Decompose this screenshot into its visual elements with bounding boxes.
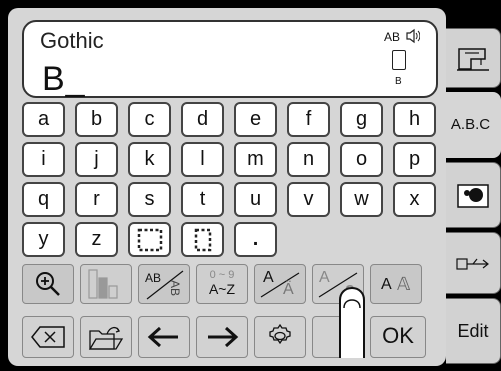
key-a[interactable]: a bbox=[22, 102, 65, 137]
tab-edit[interactable]: Edit bbox=[446, 298, 501, 364]
settings-button[interactable] bbox=[254, 316, 306, 358]
arrow-right-icon bbox=[208, 326, 239, 348]
ok-label: OK bbox=[382, 323, 414, 348]
key-i[interactable]: i bbox=[22, 142, 65, 177]
tab-sewing[interactable] bbox=[446, 28, 501, 88]
zoom-button[interactable] bbox=[22, 264, 74, 304]
charset-top: 0 ~ 9 bbox=[209, 269, 235, 281]
key-m[interactable]: m bbox=[234, 142, 277, 177]
dotted-square-icon bbox=[137, 228, 162, 252]
gear-icon bbox=[269, 323, 291, 345]
dotted-narrow-square-icon bbox=[194, 228, 211, 252]
typed-text: B_ bbox=[42, 60, 86, 98]
key-g[interactable]: g bbox=[340, 102, 383, 137]
blank-button[interactable] bbox=[312, 316, 364, 358]
key-k[interactable]: k bbox=[128, 142, 171, 177]
orientation-sub: B bbox=[395, 76, 402, 87]
orientation-label: AB bbox=[384, 30, 401, 44]
text-orientation-button[interactable]: AB B bbox=[384, 28, 420, 90]
key-o[interactable]: o bbox=[340, 142, 383, 177]
size-button[interactable] bbox=[80, 264, 132, 304]
arrow-left-icon bbox=[147, 326, 178, 348]
key-period[interactable]: . bbox=[234, 222, 277, 257]
backspace-button[interactable] bbox=[22, 316, 74, 358]
key-f[interactable]: f bbox=[287, 102, 330, 137]
key-space-narrow[interactable] bbox=[181, 222, 224, 257]
page-icon bbox=[392, 50, 406, 70]
key-d[interactable]: d bbox=[181, 102, 224, 137]
case-b: a bbox=[345, 279, 356, 299]
mirror-label-rotated: AB bbox=[168, 279, 183, 297]
key-y[interactable]: y bbox=[22, 222, 65, 257]
sewing-machine-icon bbox=[457, 48, 489, 71]
case-button[interactable]: A a bbox=[312, 264, 364, 304]
image-icon bbox=[457, 184, 489, 208]
tab-abc-label: A.B.C bbox=[450, 116, 491, 133]
accent-divider-icon bbox=[260, 272, 300, 298]
mirror-button[interactable]: AB AB bbox=[138, 264, 190, 304]
speaker-icon bbox=[406, 28, 420, 44]
key-u[interactable]: u bbox=[234, 182, 277, 217]
tab-image[interactable] bbox=[446, 162, 501, 228]
accent-button[interactable]: A Ä bbox=[254, 264, 306, 304]
key-x[interactable]: x bbox=[393, 182, 436, 217]
case-divider-icon bbox=[318, 272, 358, 298]
key-p[interactable]: p bbox=[393, 142, 436, 177]
font-name: Gothic bbox=[40, 28, 104, 53]
key-h[interactable]: h bbox=[393, 102, 436, 137]
outline-a: A bbox=[381, 276, 392, 293]
key-n[interactable]: n bbox=[287, 142, 330, 177]
outline-b: 𝔸 bbox=[397, 274, 411, 294]
key-c[interactable]: c bbox=[128, 102, 171, 137]
key-b[interactable]: b bbox=[75, 102, 118, 137]
tab-edit-label: Edit bbox=[457, 321, 489, 341]
outline-font-button[interactable]: A 𝔸 bbox=[370, 264, 422, 304]
key-r[interactable]: r bbox=[75, 182, 118, 217]
key-z[interactable]: z bbox=[75, 222, 118, 257]
key-w[interactable]: w bbox=[340, 182, 383, 217]
magnify-plus-icon bbox=[36, 272, 60, 296]
ok-button[interactable]: OK bbox=[370, 316, 426, 358]
key-space-wide[interactable] bbox=[128, 222, 171, 257]
main-panel: Gothic B_ AB B a b c d e f g h i j k l m… bbox=[8, 8, 446, 366]
accent-b: Ä bbox=[283, 281, 294, 298]
charset-bottom: A~Z bbox=[208, 281, 236, 297]
open-folder-button[interactable] bbox=[80, 316, 132, 358]
folder-open-icon bbox=[88, 326, 124, 350]
charset-button[interactable]: 0 ~ 9 A~Z bbox=[196, 264, 248, 304]
tab-abc[interactable]: A.B.C bbox=[440, 92, 501, 158]
backspace-icon bbox=[31, 326, 65, 348]
cursor-left-button[interactable] bbox=[138, 316, 190, 358]
screen: Gothic B_ AB B a b c d e f g h i j k l m… bbox=[0, 0, 501, 371]
key-q[interactable]: q bbox=[22, 182, 65, 217]
key-j[interactable]: j bbox=[75, 142, 118, 177]
usb-icon bbox=[456, 258, 489, 270]
text-display: Gothic B_ AB B bbox=[22, 20, 438, 98]
key-v[interactable]: v bbox=[287, 182, 330, 217]
key-t[interactable]: t bbox=[181, 182, 224, 217]
cursor-right-button[interactable] bbox=[196, 316, 248, 358]
key-e[interactable]: e bbox=[234, 102, 277, 137]
key-s[interactable]: s bbox=[128, 182, 171, 217]
key-l[interactable]: l bbox=[181, 142, 224, 177]
size-lms-icon bbox=[88, 269, 118, 299]
tab-usb[interactable] bbox=[446, 232, 501, 294]
